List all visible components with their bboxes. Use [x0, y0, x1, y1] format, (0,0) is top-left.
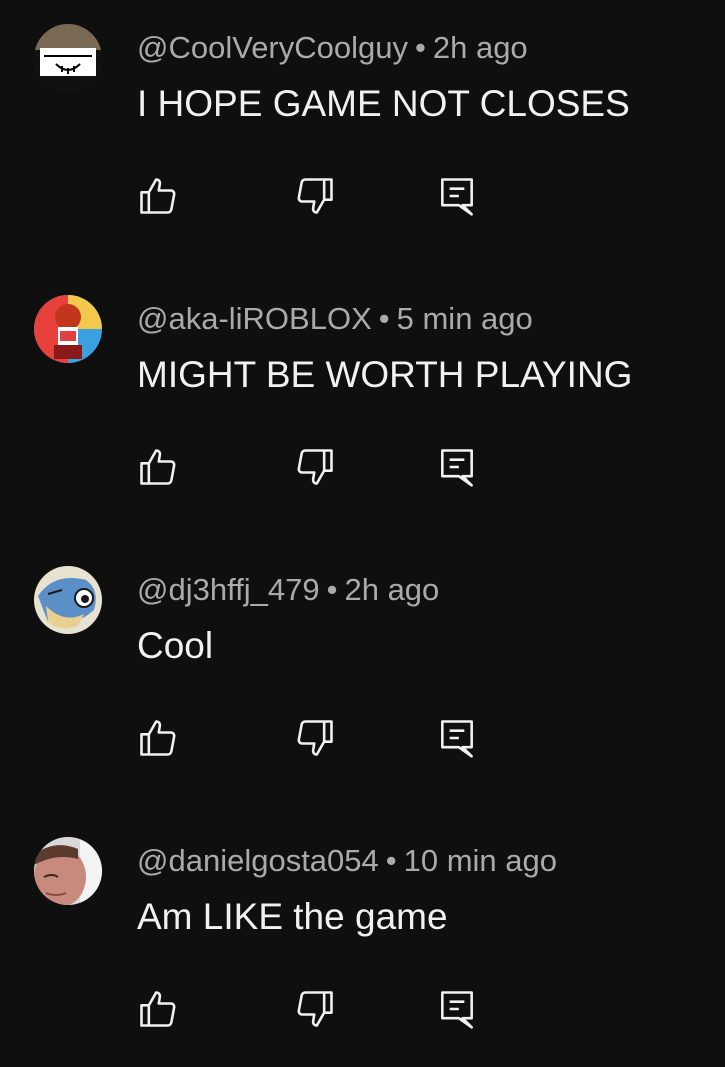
separator-dot: • — [326, 572, 338, 607]
thumbs-down-icon — [297, 720, 333, 756]
comment-item: @danielgosta054 • 10 min ago Am LIKE the g… — [0, 813, 725, 1067]
comment-text: Am LIKE the game — [137, 896, 448, 937]
comment-item: @aka-liROBLOX • 5 min ago MIGHT BE WORTH P… — [0, 271, 725, 542]
thumbs-up-icon — [140, 449, 176, 485]
dislike-button[interactable] — [290, 171, 340, 221]
comment-item: @dj3hffj_479 • 2h ago Cool — [0, 542, 725, 813]
reply-icon — [441, 991, 473, 1029]
comment-actions — [0, 442, 725, 492]
thumbs-down-icon — [297, 991, 333, 1027]
reply-button[interactable] — [432, 442, 482, 492]
reply-icon — [441, 178, 473, 216]
dislike-button[interactable] — [290, 984, 340, 1034]
comment-actions — [0, 984, 725, 1034]
comment-author[interactable]: @CoolVeryCoolguy — [137, 30, 408, 65]
comment-author[interactable]: @danielgosta054 — [137, 843, 379, 878]
drawn-face-avatar-icon — [34, 24, 102, 92]
thumbs-up-icon — [140, 720, 176, 756]
comment-text: Cool — [137, 625, 214, 666]
dislike-button[interactable] — [290, 713, 340, 763]
avatar[interactable] — [34, 566, 102, 634]
comment-author[interactable]: @dj3hffj_479 — [137, 572, 320, 607]
comment-meta: @aka-liROBLOX • 5 min ago — [137, 299, 533, 339]
like-button[interactable] — [133, 442, 183, 492]
comment-meta: @danielgosta054 • 10 min ago — [137, 841, 557, 881]
comment-text: I HOPE GAME NOT CLOSES — [137, 83, 630, 124]
thumbs-down-icon — [297, 449, 333, 485]
comment-actions — [0, 713, 725, 763]
reply-icon — [441, 449, 473, 487]
separator-dot: • — [385, 843, 397, 878]
avatar[interactable] — [34, 837, 102, 905]
comment-actions — [0, 171, 725, 221]
comment-time[interactable]: 10 min ago — [404, 843, 557, 878]
comment-time[interactable]: 2h ago — [433, 30, 528, 65]
avatar[interactable] — [34, 295, 102, 363]
separator-dot: • — [378, 301, 390, 336]
comment-author[interactable]: @aka-liROBLOX — [137, 301, 372, 336]
like-button[interactable] — [133, 171, 183, 221]
comment-text: MIGHT BE WORTH PLAYING — [137, 354, 633, 395]
reply-button[interactable] — [432, 171, 482, 221]
reply-button[interactable] — [432, 713, 482, 763]
comment-meta: @dj3hffj_479 • 2h ago — [137, 570, 439, 610]
thumbs-up-icon — [140, 991, 176, 1027]
comment-item: @CoolVeryCoolguy • 2h ago I HOPE GAME NOT … — [0, 0, 725, 271]
separator-dot: • — [415, 30, 426, 65]
like-button[interactable] — [133, 984, 183, 1034]
like-button[interactable] — [133, 713, 183, 763]
comment-time[interactable]: 5 min ago — [397, 301, 533, 336]
comment-time[interactable]: 2h ago — [344, 572, 439, 607]
photo-face-avatar-icon — [34, 837, 102, 905]
comment-meta: @CoolVeryCoolguy • 2h ago — [137, 28, 528, 68]
thumbs-up-icon — [140, 178, 176, 214]
comment-list: @CoolVeryCoolguy • 2h ago I HOPE GAME NOT … — [0, 0, 725, 1067]
avatar[interactable] — [34, 24, 102, 92]
dislike-button[interactable] — [290, 442, 340, 492]
thumbs-down-icon — [297, 178, 333, 214]
roblox-character-avatar-icon — [34, 295, 102, 363]
reply-button[interactable] — [432, 984, 482, 1034]
cartoon-dog-avatar-icon — [34, 566, 102, 634]
reply-icon — [441, 720, 473, 758]
